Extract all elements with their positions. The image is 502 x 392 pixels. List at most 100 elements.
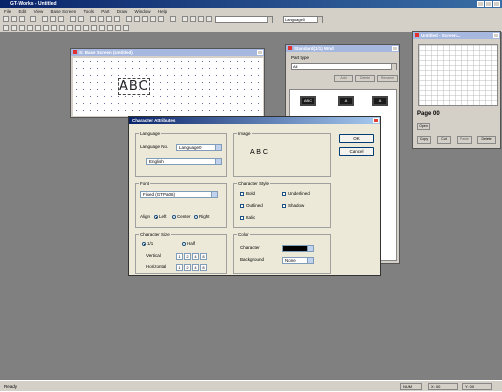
italic-checkbox[interactable] (240, 216, 244, 220)
open-icon[interactable] (11, 16, 17, 22)
close-icon[interactable] (373, 118, 379, 123)
polyline-icon[interactable] (27, 25, 33, 31)
close-button[interactable] (493, 1, 500, 7)
close-icon[interactable] (392, 46, 398, 51)
horizontal-2-button[interactable]: 2 (184, 264, 191, 271)
arc-icon[interactable] (51, 25, 57, 31)
open-button[interactable]: Open (417, 123, 430, 130)
select-icon[interactable] (3, 25, 9, 31)
ascii-icon[interactable] (107, 25, 113, 31)
polygon-icon[interactable] (59, 25, 65, 31)
menu-view[interactable]: View (34, 9, 44, 14)
cancel-button[interactable]: Cancel (339, 147, 374, 156)
grid-icon[interactable] (158, 16, 164, 22)
vertical-1-button[interactable]: 1 (176, 253, 183, 260)
bold-checkbox[interactable] (240, 192, 244, 196)
print-icon[interactable] (30, 16, 36, 22)
vertical-4-button[interactable]: 4 (192, 253, 199, 260)
zoom-in-icon[interactable] (182, 16, 188, 22)
font-select[interactable]: Fixed (GTPa06) (140, 191, 218, 198)
menu-part[interactable]: Part (101, 9, 109, 14)
back-icon[interactable] (150, 16, 156, 22)
alarm-icon[interactable] (123, 25, 129, 31)
rename-button[interactable]: Rename (377, 75, 398, 82)
align-left-icon[interactable] (90, 16, 96, 22)
part-type-combo[interactable]: All (291, 63, 397, 70)
zoom-combo[interactable] (215, 16, 273, 23)
text-object[interactable]: ABC (118, 78, 150, 95)
horizontal-1-button[interactable]: 1 (176, 264, 183, 271)
menu-draw[interactable]: Draw (117, 9, 128, 14)
redo-icon[interactable] (78, 16, 84, 22)
front-icon[interactable] (142, 16, 148, 22)
menu-edit[interactable]: Edit (19, 9, 27, 14)
align-right-icon[interactable] (106, 16, 112, 22)
size-half-radio[interactable] (182, 242, 186, 246)
part-thumbnail[interactable]: ABC (300, 96, 316, 106)
copy-button[interactable]: Copy (417, 136, 431, 144)
language-select[interactable]: English (146, 158, 222, 165)
background-color-select[interactable]: None (282, 257, 314, 264)
minimize-button[interactable] (477, 1, 484, 7)
delete-button[interactable]: Delete (477, 136, 496, 144)
language-combo[interactable]: Language0 (283, 16, 323, 23)
ok-button[interactable]: OK (339, 134, 374, 143)
scale-icon[interactable] (67, 25, 73, 31)
paste-icon[interactable] (58, 16, 64, 22)
fill-icon[interactable] (75, 25, 81, 31)
line-icon[interactable] (19, 25, 25, 31)
lamp-icon[interactable] (91, 25, 97, 31)
maximize-button[interactable] (485, 1, 492, 7)
dialog-titlebar[interactable]: Character Attributes (129, 117, 380, 124)
align-right-radio[interactable] (194, 215, 198, 219)
menu-file[interactable]: File (4, 9, 11, 14)
library-icon[interactable] (198, 16, 204, 22)
save-icon[interactable] (19, 16, 25, 22)
horizontal-8-button[interactable]: 8 (200, 264, 207, 271)
add-button[interactable]: Add (334, 75, 353, 82)
rectangle-icon[interactable] (35, 25, 41, 31)
screen-editor-titlebar[interactable]: S: Base Screen (Untitled) (71, 49, 264, 56)
zoom-out-icon[interactable] (190, 16, 196, 22)
part-thumbnail[interactable]: A (338, 96, 354, 106)
undo-icon[interactable] (70, 16, 76, 22)
align-top-icon[interactable] (114, 16, 120, 22)
underlined-checkbox[interactable] (282, 192, 286, 196)
align-center-radio[interactable] (172, 215, 176, 219)
menu-help[interactable]: Help (158, 9, 167, 14)
delete-part-button[interactable]: Delete (355, 75, 375, 82)
size-full-radio[interactable] (142, 242, 146, 246)
outlined-checkbox[interactable] (240, 204, 244, 208)
cut-button[interactable]: Cut (437, 136, 451, 144)
new-icon[interactable] (3, 16, 9, 22)
menu-base-screen[interactable]: Base Screen (51, 9, 77, 14)
close-icon[interactable] (493, 33, 499, 38)
paste-button[interactable]: Paste (457, 136, 472, 144)
shadow-checkbox[interactable] (282, 204, 286, 208)
numeric-icon[interactable] (99, 25, 105, 31)
language-no-select[interactable]: Language0 (176, 144, 222, 151)
text-icon[interactable] (11, 25, 17, 31)
close-icon[interactable] (257, 50, 263, 55)
character-color-select[interactable] (282, 245, 314, 252)
cut-icon[interactable] (42, 16, 48, 22)
switch-icon[interactable] (83, 25, 89, 31)
group-icon[interactable] (126, 16, 132, 22)
vertical-8-button[interactable]: 8 (200, 253, 207, 260)
vertical-2-button[interactable]: 2 (184, 253, 191, 260)
align-center-icon[interactable] (98, 16, 104, 22)
library-window-titlebar[interactable]: Untitled - Screen... (413, 32, 500, 39)
graph-icon[interactable] (115, 25, 121, 31)
align-left-radio[interactable] (154, 215, 158, 219)
part-window-titlebar[interactable]: Standard(1/1) Wnd (286, 45, 399, 52)
menu-tools[interactable]: Tools (83, 9, 94, 14)
part-thumbnail[interactable]: A (372, 96, 388, 106)
screen-canvas[interactable]: ABC (73, 58, 263, 116)
library-grid[interactable] (418, 44, 498, 106)
circle-icon[interactable] (43, 25, 49, 31)
menu-window[interactable]: Window (135, 9, 151, 14)
horizontal-4-button[interactable]: 4 (192, 264, 199, 271)
ungroup-icon[interactable] (134, 16, 140, 22)
arrow-icon[interactable] (170, 16, 176, 22)
help-icon[interactable] (206, 16, 212, 22)
